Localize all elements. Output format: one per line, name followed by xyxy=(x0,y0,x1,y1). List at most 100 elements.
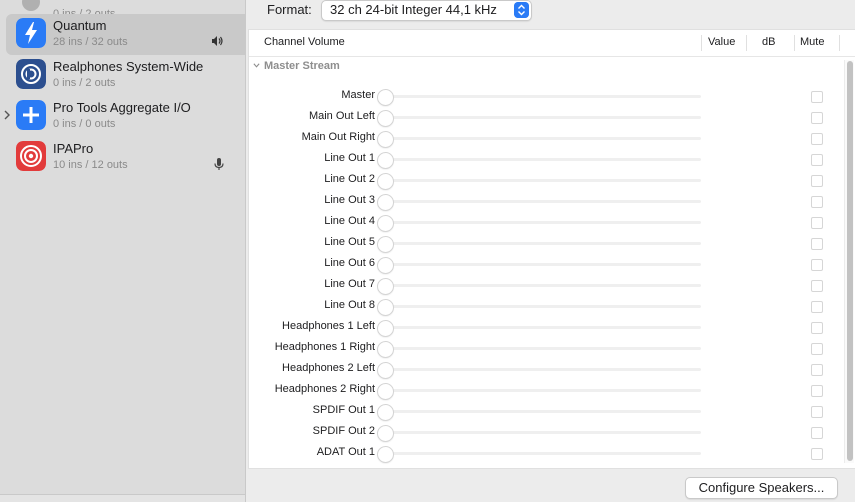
channel-row: Headphones 1 Right xyxy=(249,338,855,359)
channel-label: Headphones 1 Right xyxy=(274,341,375,353)
mute-checkbox[interactable] xyxy=(811,427,823,439)
volume-slider-knob[interactable] xyxy=(377,236,394,253)
volume-slider-knob[interactable] xyxy=(377,173,394,190)
volume-slider-knob[interactable] xyxy=(377,446,394,463)
volume-slider-knob[interactable] xyxy=(377,131,394,148)
main-panel: Format: 32 ch 24-bit Integer 44,1 kHz Ch… xyxy=(246,0,855,502)
db-header[interactable]: dB xyxy=(762,36,775,48)
channel-row: Main Out Right xyxy=(249,128,855,149)
format-select[interactable]: 32 ch 24-bit Integer 44,1 kHz xyxy=(321,0,532,21)
microphone-icon xyxy=(214,158,224,170)
mute-checkbox[interactable] xyxy=(811,406,823,418)
volume-slider-track[interactable] xyxy=(385,179,701,182)
volume-slider-knob[interactable] xyxy=(377,341,394,358)
device-item-ipapro[interactable]: IPAPro 10 ins / 12 outs xyxy=(0,137,245,178)
volume-slider-knob[interactable] xyxy=(377,278,394,295)
thunderbolt-icon xyxy=(16,18,46,48)
volume-slider-track[interactable] xyxy=(385,326,701,329)
channel-row: Line Out 6 xyxy=(249,254,855,275)
device-io: 10 ins / 12 outs xyxy=(53,159,128,171)
disclosure-chevron-icon[interactable] xyxy=(3,110,11,120)
channel-row: Headphones 2 Left xyxy=(249,359,855,380)
volume-slider-track[interactable] xyxy=(385,221,701,224)
channel-row: Headphones 1 Left xyxy=(249,317,855,338)
channel-row: Line Out 4 xyxy=(249,212,855,233)
mute-checkbox[interactable] xyxy=(811,301,823,313)
channel-volume-header[interactable]: Channel Volume xyxy=(264,36,345,48)
volume-slider-knob[interactable] xyxy=(377,404,394,421)
channel-label: Main Out Right xyxy=(301,131,375,143)
mute-checkbox[interactable] xyxy=(811,112,823,124)
channel-row: Line Out 1 xyxy=(249,149,855,170)
channel-label: Line Out 3 xyxy=(324,194,375,206)
volume-slider-knob[interactable] xyxy=(377,257,394,274)
volume-slider-track[interactable] xyxy=(385,452,701,455)
mute-checkbox[interactable] xyxy=(811,91,823,103)
channel-label: Headphones 2 Left xyxy=(282,362,375,374)
channel-label: Headphones 1 Left xyxy=(282,320,375,332)
mute-checkbox[interactable] xyxy=(811,196,823,208)
device-io: 0 ins / 2 outs xyxy=(53,77,116,89)
mute-checkbox[interactable] xyxy=(811,448,823,460)
volume-slider-track[interactable] xyxy=(385,116,701,119)
value-header[interactable]: Value xyxy=(708,36,735,48)
scrollbar[interactable] xyxy=(844,60,854,463)
mute-checkbox[interactable] xyxy=(811,364,823,376)
volume-slider-knob[interactable] xyxy=(377,383,394,400)
channel-label: SPDIF Out 1 xyxy=(312,404,375,416)
volume-slider-knob[interactable] xyxy=(377,110,394,127)
target-icon xyxy=(16,141,46,171)
volume-slider-knob[interactable] xyxy=(377,194,394,211)
volume-slider-track[interactable] xyxy=(385,242,701,245)
channel-label: Line Out 6 xyxy=(324,257,375,269)
volume-slider-knob[interactable] xyxy=(377,425,394,442)
volume-slider-knob[interactable] xyxy=(377,320,394,337)
device-item-pro-tools-aggregate[interactable]: Pro Tools Aggregate I/O 0 ins / 0 outs xyxy=(0,96,245,137)
mute-checkbox[interactable] xyxy=(811,343,823,355)
device-sidebar: 0 ins / 2 outs Quantum 28 ins / 32 outs … xyxy=(0,0,246,502)
channel-label: Line Out 4 xyxy=(324,215,375,227)
mute-checkbox[interactable] xyxy=(811,238,823,250)
volume-slider-track[interactable] xyxy=(385,305,701,308)
configure-speakers-button[interactable]: Configure Speakers... xyxy=(685,477,838,499)
volume-slider-track[interactable] xyxy=(385,347,701,350)
mute-checkbox[interactable] xyxy=(811,385,823,397)
volume-slider-track[interactable] xyxy=(385,389,701,392)
volume-slider-knob[interactable] xyxy=(377,299,394,316)
mute-checkbox[interactable] xyxy=(811,322,823,334)
realphones-icon xyxy=(16,59,46,89)
volume-slider-track[interactable] xyxy=(385,431,701,434)
channel-row: Main Out Left xyxy=(249,107,855,128)
device-item-quantum[interactable]: Quantum 28 ins / 32 outs xyxy=(6,14,245,55)
device-item-realphones[interactable]: Realphones System-Wide 0 ins / 2 outs xyxy=(0,55,245,96)
device-io: 28 ins / 32 outs xyxy=(53,36,128,48)
volume-slider-track[interactable] xyxy=(385,284,701,287)
mute-checkbox[interactable] xyxy=(811,259,823,271)
volume-slider-knob[interactable] xyxy=(377,362,394,379)
mute-checkbox[interactable] xyxy=(811,175,823,187)
channel-row: Line Out 7 xyxy=(249,275,855,296)
mute-checkbox[interactable] xyxy=(811,217,823,229)
mute-checkbox[interactable] xyxy=(811,154,823,166)
volume-slider-track[interactable] xyxy=(385,410,701,413)
volume-slider-track[interactable] xyxy=(385,158,701,161)
volume-slider-track[interactable] xyxy=(385,368,701,371)
channel-label: ADAT Out 1 xyxy=(316,446,375,458)
channel-row: Line Out 5 xyxy=(249,233,855,254)
mute-checkbox[interactable] xyxy=(811,133,823,145)
group-master-stream[interactable]: Master Stream xyxy=(253,60,340,72)
volume-slider-track[interactable] xyxy=(385,95,701,98)
mute-header[interactable]: Mute xyxy=(800,36,824,48)
volume-slider-knob[interactable] xyxy=(377,89,394,106)
volume-slider-knob[interactable] xyxy=(377,152,394,169)
volume-slider-track[interactable] xyxy=(385,137,701,140)
volume-slider-track[interactable] xyxy=(385,200,701,203)
volume-slider-track[interactable] xyxy=(385,263,701,266)
mute-checkbox[interactable] xyxy=(811,280,823,292)
channel-label: Line Out 8 xyxy=(324,299,375,311)
device-name: Quantum xyxy=(53,18,107,33)
volume-slider-knob[interactable] xyxy=(377,215,394,232)
channel-label: Line Out 1 xyxy=(324,152,375,164)
channel-row: Line Out 8 xyxy=(249,296,855,317)
scrollbar-thumb[interactable] xyxy=(847,61,853,461)
